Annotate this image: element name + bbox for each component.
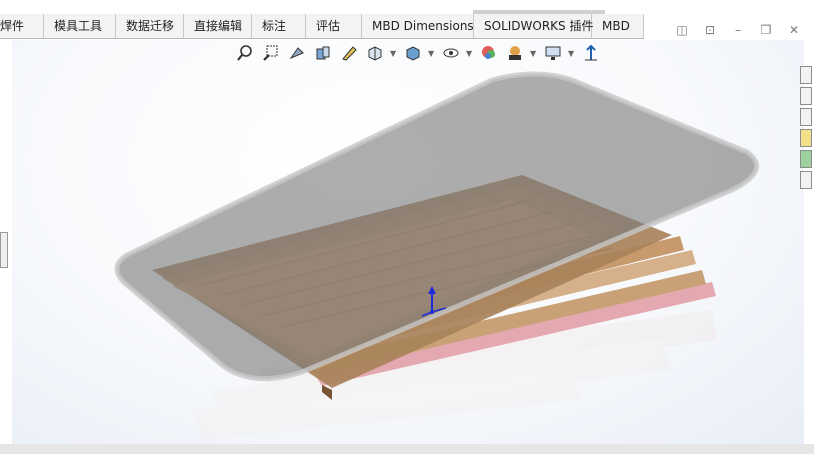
tab-weldments[interactable]: 焊件 bbox=[0, 14, 44, 38]
tab-label: MBD bbox=[602, 19, 630, 33]
tab-solidworks-addins[interactable]: SOLIDWORKS 插件 bbox=[474, 14, 594, 38]
minimize-icon[interactable]: – bbox=[730, 22, 746, 38]
appearances-icon[interactable] bbox=[800, 150, 812, 168]
tab-label: 焊件 bbox=[0, 19, 25, 33]
status-edge bbox=[0, 444, 814, 454]
feature-manager-toggle[interactable] bbox=[0, 232, 8, 268]
3d-model[interactable] bbox=[12, 40, 804, 444]
tab-label: 数据迁移 bbox=[126, 19, 175, 33]
tab-evaluate[interactable]: 评估 bbox=[306, 14, 362, 38]
tab-direct-editing[interactable]: 直接编辑 bbox=[184, 14, 252, 38]
tab-mbd[interactable]: MBD bbox=[592, 14, 644, 38]
next-pane-icon[interactable]: ⊡ bbox=[702, 22, 718, 38]
close-icon[interactable]: ✕ bbox=[786, 22, 802, 38]
task-pane bbox=[800, 66, 814, 189]
custom-properties-icon[interactable] bbox=[800, 171, 812, 189]
tab-mbd-dimensions[interactable]: MBD Dimensions bbox=[362, 14, 474, 38]
tab-data-migration[interactable]: 数据迁移 bbox=[116, 14, 184, 38]
title-strip bbox=[0, 0, 814, 14]
view-palette-icon[interactable] bbox=[800, 129, 812, 147]
tab-annotation[interactable]: 标注 bbox=[252, 14, 306, 38]
tab-label: MBD Dimensions bbox=[372, 19, 474, 33]
command-manager-tabs: 焊件 模具工具 数据迁移 直接编辑 标注 评估 MBD Dimensions S… bbox=[0, 14, 644, 39]
design-library-icon[interactable] bbox=[800, 87, 812, 105]
tab-label: 评估 bbox=[316, 19, 341, 33]
tab-label: 标注 bbox=[262, 19, 287, 33]
restore-pane-icon[interactable]: ◫ bbox=[674, 22, 690, 38]
solidworks-window: 焊件 模具工具 数据迁移 直接编辑 标注 评估 MBD Dimensions S… bbox=[0, 0, 814, 454]
tab-label: SOLIDWORKS 插件 bbox=[484, 19, 594, 33]
file-explorer-icon[interactable] bbox=[800, 108, 812, 126]
window-controls: ◫ ⊡ – ❐ ✕ bbox=[674, 22, 802, 38]
solidworks-resources-icon[interactable] bbox=[800, 66, 812, 84]
tab-label: 直接编辑 bbox=[194, 19, 243, 33]
tab-mold-tools[interactable]: 模具工具 bbox=[44, 14, 116, 38]
tab-label: 模具工具 bbox=[54, 19, 103, 33]
graphics-area[interactable]: ▼ ▼ ▼ ▼ ▼ bbox=[12, 40, 804, 444]
restore-icon[interactable]: ❐ bbox=[758, 22, 774, 38]
